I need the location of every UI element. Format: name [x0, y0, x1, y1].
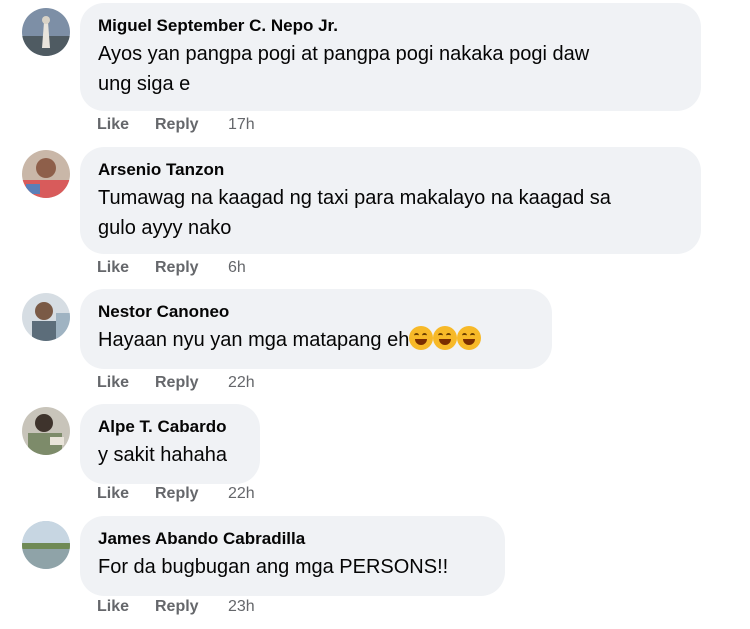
comment-bubble: Miguel September C. Nepo Jr. Ayos yan pa… [80, 3, 701, 111]
timestamp[interactable]: 22h [228, 485, 255, 503]
timestamp[interactable]: 6h [228, 259, 246, 277]
laughing-emoji-icon [457, 326, 482, 350]
comment-text: y sakit hahaha [98, 444, 227, 466]
avatar[interactable] [22, 407, 70, 455]
avatar[interactable] [22, 521, 70, 569]
comment-bubble: James Abando Cabradilla For da bugbugan … [80, 516, 505, 596]
reply-button[interactable]: Reply [155, 374, 228, 392]
comment-actions: Like Reply 23h [97, 598, 255, 616]
comment-text: Hayaan nyu yan mga matapang eh [98, 325, 534, 355]
timestamp[interactable]: 23h [228, 598, 255, 616]
like-button[interactable]: Like [97, 598, 155, 616]
comment-author[interactable]: Miguel September C. Nepo Jr. [98, 15, 683, 37]
comment-text: Ayos yan pangpa pogi at pangpa pogi naka… [98, 43, 590, 65]
comment-text: For da bugbugan ang mga PERSONS!! [98, 556, 449, 578]
comment-actions: Like Reply 6h [97, 259, 246, 277]
reply-button[interactable]: Reply [155, 116, 228, 134]
laughing-emoji-icon [433, 326, 458, 350]
like-button[interactable]: Like [97, 259, 155, 277]
like-button[interactable]: Like [97, 116, 155, 134]
avatar[interactable] [22, 293, 70, 341]
comment-actions: Like Reply 22h [97, 485, 255, 503]
reply-button[interactable]: Reply [155, 259, 228, 277]
comment-bubble: Arsenio Tanzon Tumawag na kaagad ng taxi… [80, 147, 701, 254]
laughing-emoji-icon [409, 326, 434, 350]
comment-text: ung siga e [98, 73, 191, 95]
comment-text-body: Hayaan nyu yan mga matapang eh [98, 329, 410, 351]
timestamp[interactable]: 17h [228, 116, 255, 134]
like-button[interactable]: Like [97, 374, 155, 392]
comment-text: gulo ayyy nako [98, 217, 232, 239]
reply-button[interactable]: Reply [155, 598, 228, 616]
like-button[interactable]: Like [97, 485, 155, 503]
comment-author[interactable]: James Abando Cabradilla [98, 528, 487, 550]
comment-author[interactable]: Arsenio Tanzon [98, 159, 683, 181]
comment-author[interactable]: Alpe T. Cabardo [98, 416, 242, 438]
comment-actions: Like Reply 17h [97, 116, 255, 134]
avatar[interactable] [22, 150, 70, 198]
comment-bubble: Alpe T. Cabardo y sakit hahaha [80, 404, 260, 484]
reply-button[interactable]: Reply [155, 485, 228, 503]
avatar[interactable] [22, 8, 70, 56]
comment-actions: Like Reply 22h [97, 374, 255, 392]
comment-text: Tumawag na kaagad ng taxi para makalayo … [98, 187, 611, 209]
timestamp[interactable]: 22h [228, 374, 255, 392]
comment-author[interactable]: Nestor Canoneo [98, 301, 534, 323]
comment-bubble: Nestor Canoneo Hayaan nyu yan mga matapa… [80, 289, 552, 369]
